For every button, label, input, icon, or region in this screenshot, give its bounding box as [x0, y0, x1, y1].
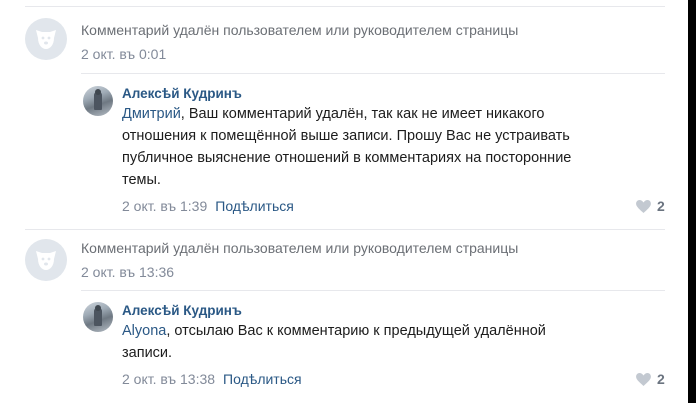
comment-text-line: , отсылаю Вас к комментарию к предыдущей… — [166, 323, 546, 339]
comment-author[interactable]: Алексѣй Кудринъ — [122, 86, 242, 101]
comment-timestamp[interactable]: 2 окт. въ 13:36 — [81, 264, 174, 280]
reply-meta: 2 окт. въ 13:38 Подѣлиться — [122, 371, 302, 387]
divider-top — [25, 6, 665, 7]
comment-author[interactable]: Алексѣй Кудринъ — [122, 303, 242, 318]
mention-link[interactable]: Дмитрий — [122, 106, 181, 122]
divider — [25, 229, 665, 230]
comment-text-line: публичное выяснение отношений в коммента… — [122, 150, 572, 166]
comment-text-line: отношения к помещённой выше записи. Прош… — [122, 128, 570, 144]
reply-timestamp[interactable]: 2 окт. въ 1:39 — [122, 198, 207, 214]
deleted-comment-text: Комментарий удалён пользователем или рук… — [81, 22, 519, 38]
reply-meta: 2 окт. въ 1:39 Подѣлиться — [122, 198, 294, 214]
divider — [81, 290, 665, 291]
share-button[interactable]: Подѣлиться — [223, 371, 302, 387]
comment-text-line: записи. — [122, 345, 173, 361]
deleted-comment-text: Комментарий удалён пользователем или рук… — [81, 240, 519, 256]
comment-timestamp[interactable]: 2 окт. въ 0:01 — [81, 46, 166, 62]
comment-text-line: , Ваш комментарий удалён, так как не име… — [180, 106, 545, 122]
comment-body: Дмитрий, Ваш комментарий удалён, так как… — [122, 103, 662, 191]
heart-icon — [636, 199, 651, 213]
heart-icon — [636, 372, 651, 386]
share-button[interactable]: Подѣлиться — [215, 198, 294, 214]
like-button[interactable]: 2 — [636, 371, 665, 387]
author-avatar[interactable] — [83, 302, 113, 332]
like-count: 2 — [657, 198, 665, 214]
mention-link[interactable]: Alyona — [122, 323, 166, 339]
dog-avatar-icon[interactable] — [25, 18, 67, 60]
reply-timestamp[interactable]: 2 окт. въ 13:38 — [122, 371, 215, 387]
comment-text-line: темы. — [122, 172, 161, 188]
author-avatar[interactable] — [83, 86, 113, 116]
divider — [81, 73, 665, 74]
screen-edge — [688, 0, 696, 403]
like-count: 2 — [657, 371, 665, 387]
comment-body: Alyona, отсылаю Вас к комментарию к пред… — [122, 320, 662, 364]
like-button[interactable]: 2 — [636, 198, 665, 214]
dog-avatar-icon[interactable] — [25, 239, 67, 281]
